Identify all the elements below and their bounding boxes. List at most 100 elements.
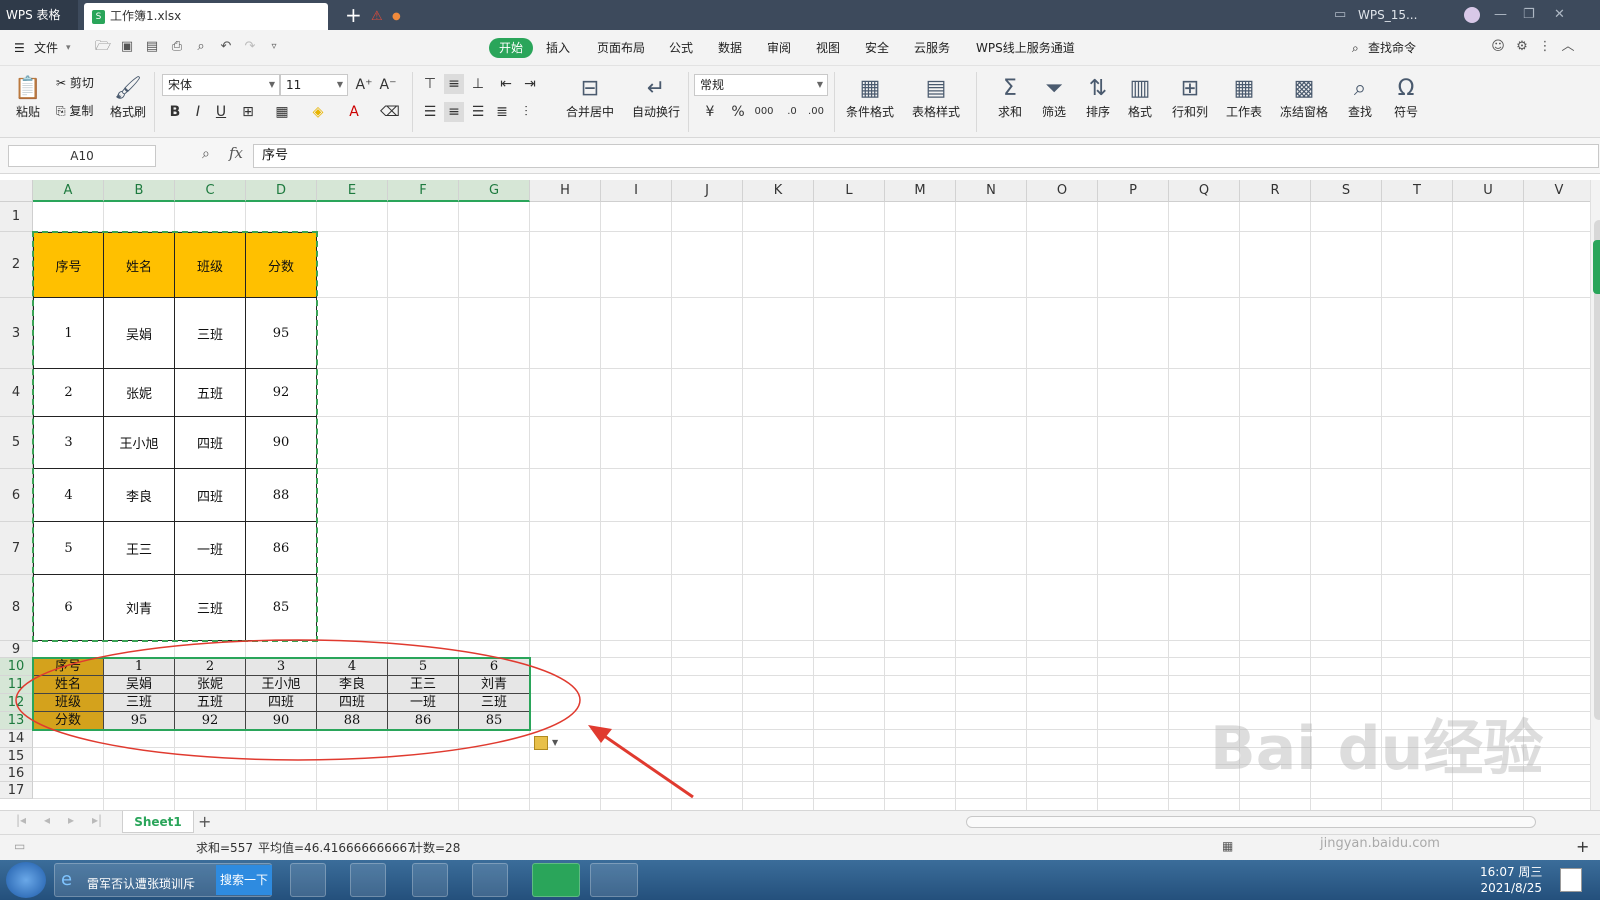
vertical-scrollbar[interactable] [1590,180,1600,810]
app-task-bird[interactable] [290,863,326,897]
next-sheet-icon[interactable]: ▸ [68,813,74,827]
align-bottom-icon[interactable]: ⊥ [468,74,488,94]
tab-home[interactable]: 开始 [489,38,534,58]
justify-icon[interactable]: ≣ [492,102,512,122]
export-pdf-icon[interactable]: ▤ [144,39,160,55]
worksheet-button[interactable]: ▦ 工作表 [1220,74,1268,120]
file-menu[interactable]: 文件 [34,30,58,66]
font-size-select[interactable]: 11 ▼ [280,74,348,96]
symbol-button[interactable]: Ω 符号 [1386,74,1426,120]
gear-icon[interactable]: ⚙ [1514,39,1530,55]
paste-button[interactable]: 📋 粘贴 [10,74,46,120]
prev-sheet-icon[interactable]: ◂ [44,813,50,827]
tab-insert[interactable]: 插入 [540,38,576,58]
copy-button[interactable]: ⎘ 复制 [56,102,93,120]
increase-decimal-icon[interactable]: .0 [782,102,802,122]
zoom-in-icon[interactable]: + [1576,837,1589,856]
scrollbar-track[interactable] [1594,220,1600,720]
tab-wps-online[interactable]: WPS线上服务通道 [970,38,1081,58]
app-task-plus[interactable] [412,863,448,897]
customize-toolbar-icon[interactable]: ▿ [266,39,282,55]
print-icon[interactable]: ⎙ [169,39,185,55]
app-task-wechat[interactable] [590,863,638,897]
font-color-icon[interactable]: A [344,102,364,122]
decrease-decimal-icon[interactable]: .00 [806,102,826,122]
new-tab-button[interactable]: + [345,2,362,28]
distribute-icon[interactable]: ⫶ [516,102,536,122]
align-middle-icon[interactable]: ≡ [444,74,464,94]
align-top-icon[interactable]: ⊤ [420,74,440,94]
currency-icon[interactable]: ¥ [700,102,720,122]
number-format-select[interactable]: 常规 ▼ [694,74,828,96]
align-right-icon[interactable]: ☰ [468,102,488,122]
normal-view-icon[interactable]: ▦ [1222,839,1233,853]
increase-indent-icon[interactable]: ⇥ [520,74,540,94]
underline-icon[interactable]: U [211,102,231,122]
notification-icon[interactable] [1560,868,1582,892]
app-name[interactable]: WPS 表格 [0,0,78,30]
formula-input[interactable]: 序号 [253,144,1599,168]
cell-style-icon[interactable]: ▦ [272,102,292,122]
font-name-select[interactable]: 宋体 ▼ [162,74,280,96]
more-icon[interactable]: ⋮ [1537,39,1553,55]
undo-icon[interactable]: ↶ [218,39,234,55]
avatar[interactable] [1464,7,1480,23]
sort-button[interactable]: ⇅ 排序 [1078,74,1118,120]
conditional-format-button[interactable]: ▦ 条件格式 [840,74,900,120]
sum-button[interactable]: Σ 求和 [990,74,1030,120]
app-task-wps-spreadsheet[interactable] [532,863,580,897]
tab-view[interactable]: 视图 [810,38,846,58]
warning-icon[interactable]: ⚠ [371,9,383,24]
wrap-text-button[interactable]: ↵ 自动换行 [628,74,684,120]
chevron-down-icon[interactable]: ▾ [66,30,71,66]
cut-button[interactable]: ✂ 剪切 [56,74,94,92]
align-left-icon[interactable]: ☰ [420,102,440,122]
start-button[interactable] [6,862,46,898]
italic-icon[interactable]: I [188,102,208,122]
spreadsheet-grid[interactable]: ABCDEFGHIJKLMNOPQRSTUV 1 2 3 4 5 6 7 8 9 10 11 12 13… [0,180,1590,810]
macro-icon[interactable]: ▭ [14,839,25,853]
tab-security[interactable]: 安全 [859,38,895,58]
filter-button[interactable]: ⏷ 筛选 [1034,74,1074,120]
tab-cloud[interactable]: 云服务 [908,38,956,58]
clear-format-icon[interactable]: ⌫ [380,102,400,122]
document-tab[interactable]: S 工作簿1.xlsx ⚠ ● [84,3,401,30]
format-painter-button[interactable]: 🖌 格式刷 [108,74,148,120]
feedback-icon[interactable]: ☺ [1490,39,1506,55]
align-center-icon[interactable]: ≡ [444,102,464,122]
user-name[interactable]: WPS_15... [1358,0,1417,30]
system-clock[interactable]: 16:07 周三 2021/8/25 [1480,864,1542,896]
freeze-panes-button[interactable]: ▩ 冻结窗格 [1274,74,1334,120]
first-sheet-icon[interactable]: |◂ [16,813,26,827]
fx-icon[interactable]: fx [229,144,243,162]
close-icon[interactable]: ✕ [1554,0,1565,30]
redo-icon[interactable]: ↷ [242,39,258,55]
tab-formulas[interactable]: 公式 [663,38,699,58]
save-icon[interactable]: ▣ [119,39,135,55]
name-box[interactable]: A10 [8,145,156,167]
collapse-ribbon-icon[interactable]: ︿ [1560,39,1576,55]
horizontal-scrollbar[interactable] [966,816,1536,828]
percent-icon[interactable]: % [728,102,748,122]
format-button[interactable]: ▥ 格式 [1120,74,1160,120]
print-preview-icon[interactable]: ⌕ [193,39,209,55]
table-style-button[interactable]: ▤ 表格样式 [906,74,966,120]
increase-font-icon[interactable]: A⁺ [354,75,374,95]
merge-center-button[interactable]: ⊟ 合并居中 [560,74,620,120]
scrollbar-thumb[interactable] [1593,240,1600,294]
sheet-tab-sheet1[interactable]: Sheet1 [122,811,194,833]
decrease-font-icon[interactable]: A⁻ [378,75,398,95]
search-command[interactable]: 查找命令 [1368,30,1416,66]
taskbar-search-button[interactable]: 搜索一下 [216,865,272,895]
app-task-player[interactable] [350,863,386,897]
add-sheet-button[interactable]: + [198,811,211,833]
thousands-separator-icon[interactable]: 000 [754,102,774,122]
row-col-button[interactable]: ⊞ 行和列 [1166,74,1214,120]
hamburger-icon[interactable]: ☰ [14,30,25,66]
zoom-formula-icon[interactable]: ⌕ [202,146,210,162]
fill-color-icon[interactable]: ◈ [308,102,328,122]
last-sheet-icon[interactable]: ▸| [92,813,102,827]
tab-review[interactable]: 审阅 [761,38,797,58]
bold-icon[interactable]: B [165,102,185,122]
minimize-icon[interactable]: — [1494,0,1507,30]
